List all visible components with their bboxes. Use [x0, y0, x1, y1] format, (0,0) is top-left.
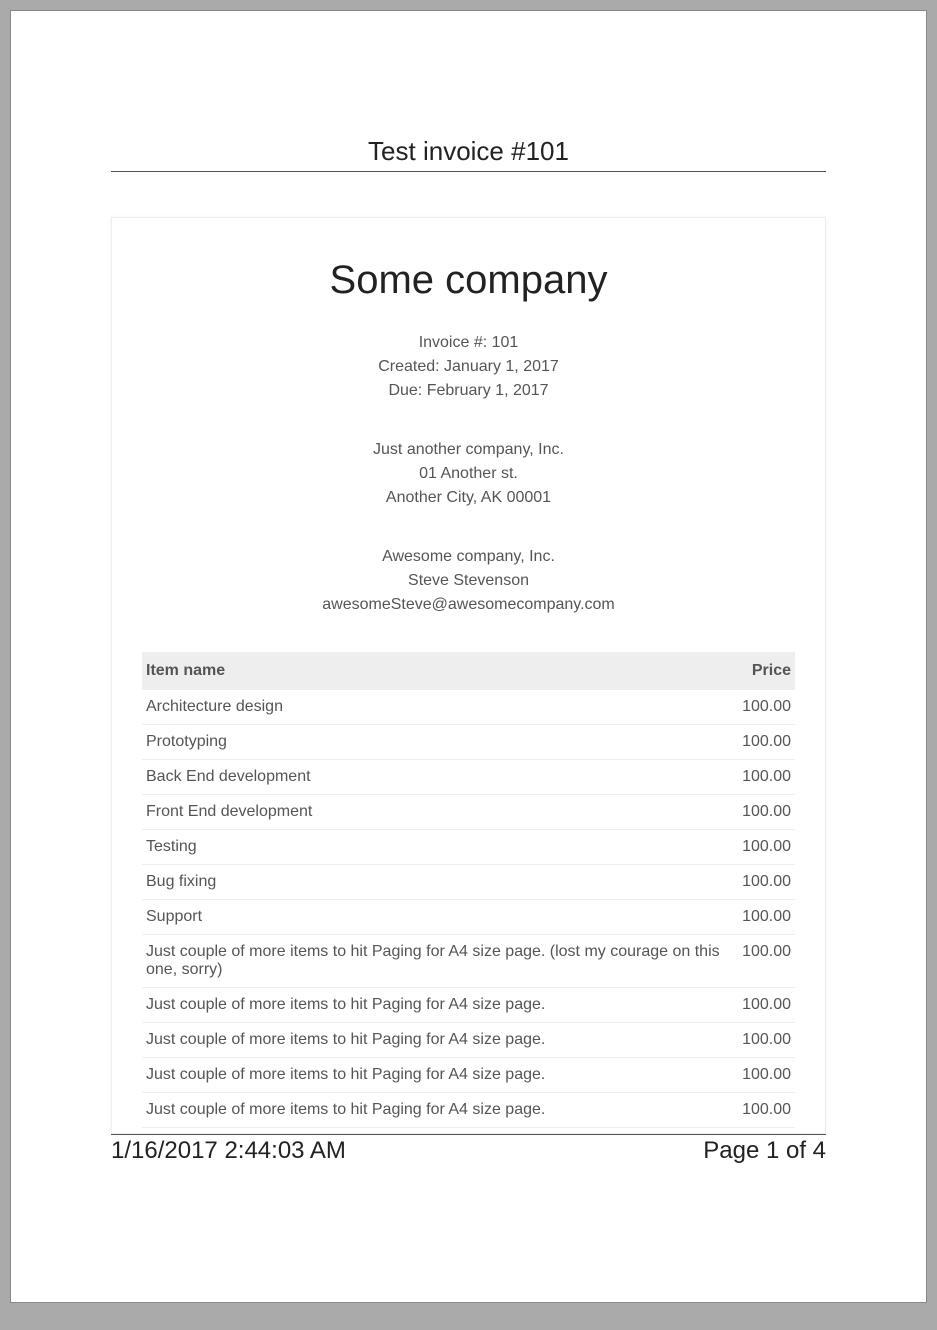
item-price-cell: 100.00	[738, 988, 795, 1023]
item-name-cell: Bug fixing	[142, 865, 738, 900]
item-price-cell: 100.00	[738, 760, 795, 795]
invoice-card: Some company Invoice #: 101 Created: Jan…	[111, 217, 826, 1134]
table-row: Back End development100.00	[142, 760, 795, 795]
table-row: Support100.00	[142, 900, 795, 935]
from-block: Just another company, Inc. 01 Another st…	[142, 438, 795, 510]
item-price-cell: 100.00	[738, 725, 795, 760]
invoice-due: Due: February 1, 2017	[142, 379, 795, 403]
item-price-cell: 100.00	[738, 795, 795, 830]
item-name-cell: Architecture design	[142, 690, 738, 725]
footer-timestamp: 1/16/2017 2:44:03 AM	[111, 1137, 346, 1165]
doc-title: Test invoice #101	[111, 136, 826, 167]
item-price-cell: 100.00	[738, 935, 795, 988]
page: Test invoice #101 Some company Invoice #…	[10, 10, 927, 1303]
item-name-cell: Just couple of more items to hit Paging …	[142, 988, 738, 1023]
table-row: Just couple of more items to hit Paging …	[142, 935, 795, 988]
table-header-row: Item name Price	[142, 652, 795, 690]
item-name-cell: Just couple of more items to hit Paging …	[142, 935, 738, 988]
item-name-cell: Just couple of more items to hit Paging …	[142, 1023, 738, 1058]
table-row: Testing100.00	[142, 830, 795, 865]
item-price-cell: 100.00	[738, 1023, 795, 1058]
footer-page-label: Page 1 of 4	[703, 1137, 826, 1165]
item-price-cell: 100.00	[738, 865, 795, 900]
to-line2: Steve Stevenson	[142, 569, 795, 593]
doc-title-wrap: Test invoice #101	[111, 136, 826, 172]
item-name-cell: Front End development	[142, 795, 738, 830]
item-name-cell: Back End development	[142, 760, 738, 795]
col-price: Price	[738, 652, 795, 690]
table-row: Just couple of more items to hit Paging …	[142, 1023, 795, 1058]
page-header: Test invoice #101	[11, 136, 926, 172]
footer-rule: 1/16/2017 2:44:03 AM Page 1 of 4	[111, 1134, 826, 1165]
item-name-cell: Testing	[142, 830, 738, 865]
table-row: Just couple of more items to hit Paging …	[142, 1093, 795, 1128]
to-line1: Awesome company, Inc.	[142, 545, 795, 569]
table-row: Front End development100.00	[142, 795, 795, 830]
table-row: Just couple of more items to hit Paging …	[142, 1058, 795, 1093]
from-line3: Another City, AK 00001	[142, 486, 795, 510]
table-row: Bug fixing100.00	[142, 865, 795, 900]
table-row: Just couple of more items to hit Paging …	[142, 988, 795, 1023]
item-name-cell: Support	[142, 900, 738, 935]
invoice-number: Invoice #: 101	[142, 331, 795, 355]
table-row: Prototyping100.00	[142, 725, 795, 760]
item-price-cell: 100.00	[738, 900, 795, 935]
page-footer: 1/16/2017 2:44:03 AM Page 1 of 4	[11, 1134, 926, 1330]
items-table: Item name Price Architecture design100.0…	[142, 652, 795, 1128]
to-line3: awesomeSteve@awesomecompany.com	[142, 593, 795, 617]
item-price-cell: 100.00	[738, 1058, 795, 1093]
from-line2: 01 Another st.	[142, 462, 795, 486]
item-price-cell: 100.00	[738, 830, 795, 865]
item-name-cell: Just couple of more items to hit Paging …	[142, 1058, 738, 1093]
company-name: Some company	[142, 258, 795, 303]
col-item-name: Item name	[142, 652, 738, 690]
table-row: Architecture design100.00	[142, 690, 795, 725]
item-price-cell: 100.00	[738, 690, 795, 725]
to-block: Awesome company, Inc. Steve Stevenson aw…	[142, 545, 795, 617]
item-price-cell: 100.00	[738, 1093, 795, 1128]
item-name-cell: Prototyping	[142, 725, 738, 760]
invoice-meta: Invoice #: 101 Created: January 1, 2017 …	[142, 331, 795, 403]
item-name-cell: Just couple of more items to hit Paging …	[142, 1093, 738, 1128]
invoice-created: Created: January 1, 2017	[142, 355, 795, 379]
from-line1: Just another company, Inc.	[142, 438, 795, 462]
